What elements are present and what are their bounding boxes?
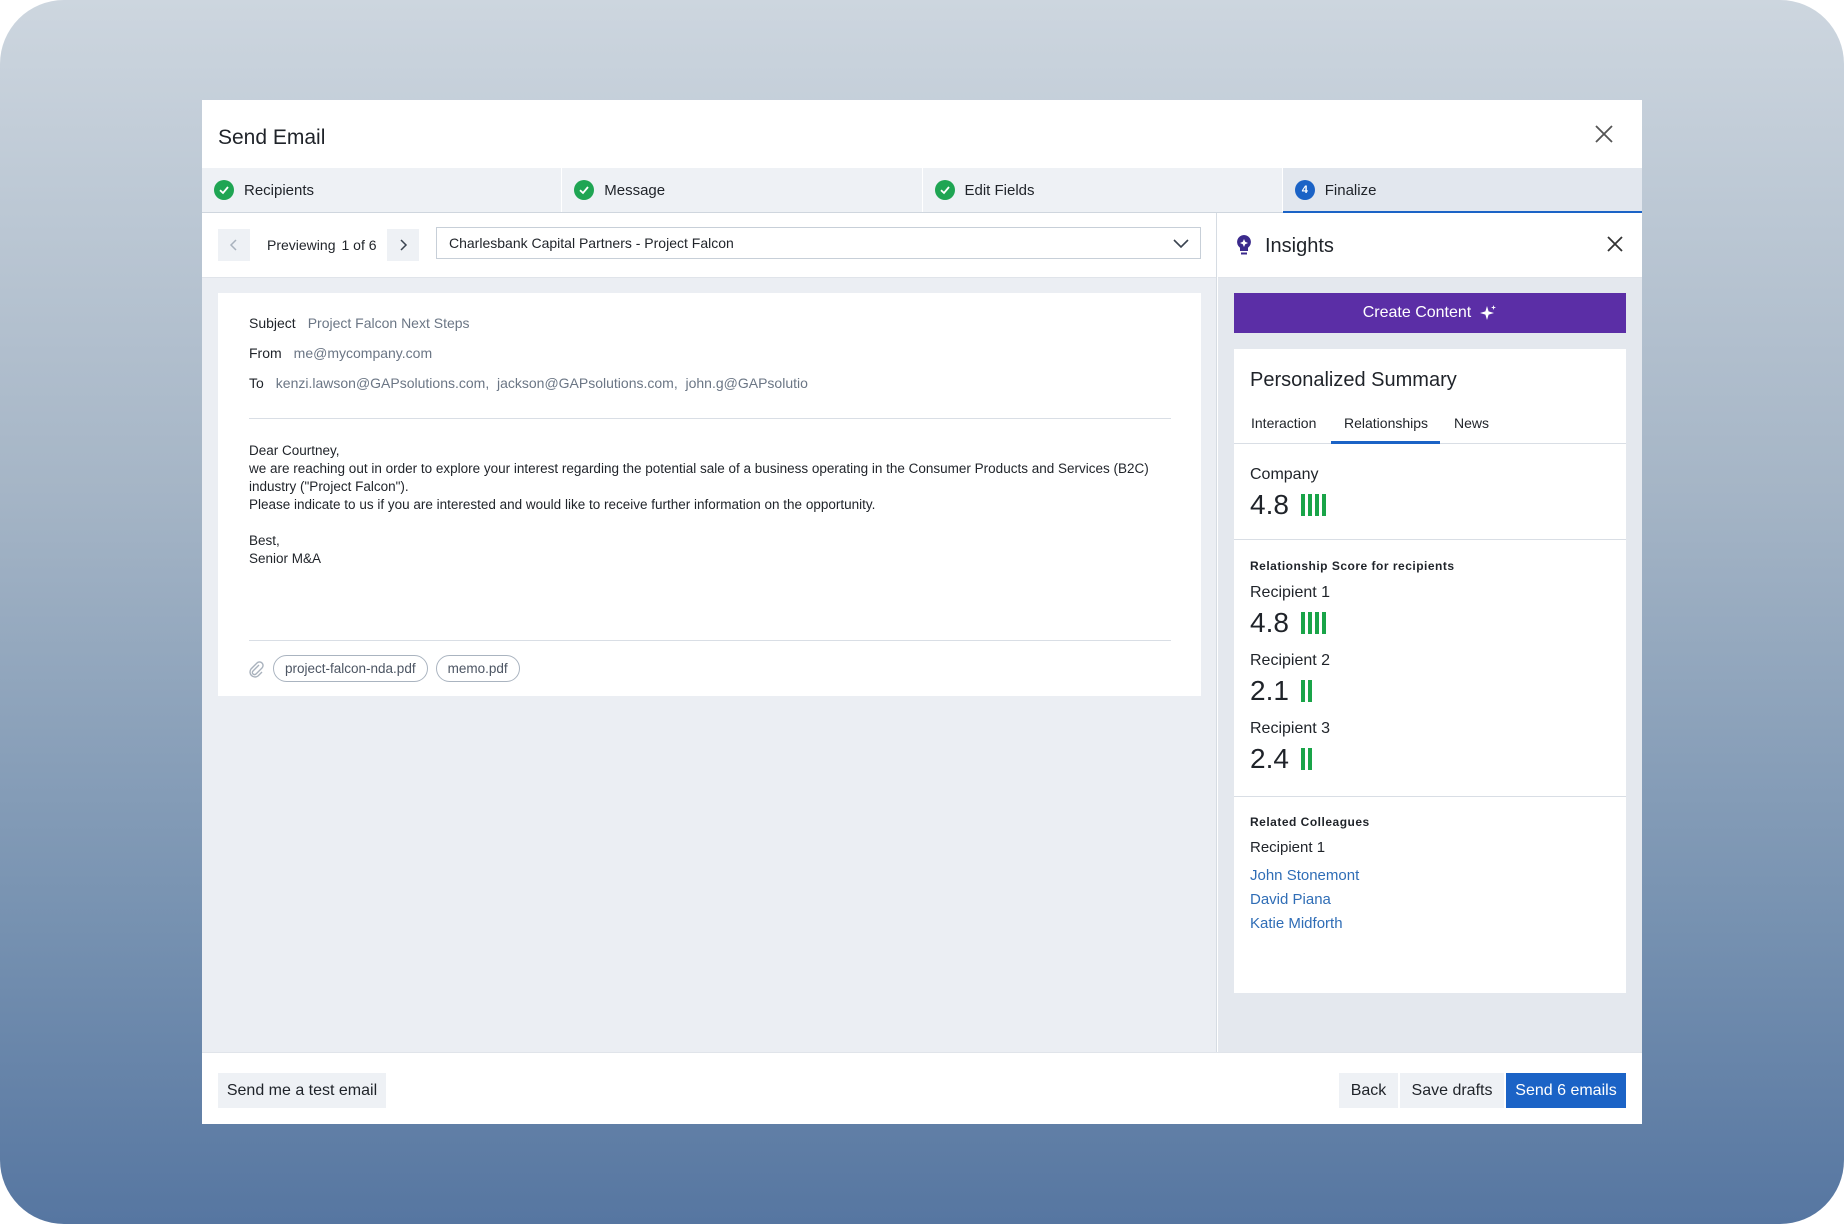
modal-footer: Send me a test email Back Save drafts Se… (202, 1052, 1642, 1124)
company-score: 4.8 (1250, 489, 1326, 521)
from-row: From me@mycompany.com (249, 345, 432, 361)
email-paragraph: we are reaching out in order to explore … (249, 461, 1149, 494)
step-number: 4 (1294, 180, 1315, 200)
related-colleagues-title: Related Colleagues (1250, 815, 1370, 829)
step-message[interactable]: Message (562, 168, 923, 212)
divider (1234, 539, 1626, 540)
tab-news[interactable]: News (1454, 415, 1489, 431)
to-value: kenzi.lawson@GAPsolutions.com, jackson@G… (275, 375, 808, 391)
to-label: To (249, 375, 264, 391)
save-drafts-button[interactable]: Save drafts (1400, 1073, 1504, 1108)
personalized-summary-card: Personalized Summary Interaction Relatio… (1234, 349, 1626, 993)
create-content-label: Create Content (1362, 304, 1472, 321)
score-bars (1300, 612, 1326, 634)
previous-button[interactable] (218, 229, 250, 261)
attachments: project-falcon-nda.pdf memo.pdf (247, 655, 520, 682)
email-body: Dear Courtney, we are reaching out in or… (249, 442, 1171, 568)
score-value: 2.4 (1250, 743, 1289, 774)
step-recipients[interactable]: Recipients (202, 168, 563, 212)
recipient-select-value: Charlesbank Capital Partners - Project F… (449, 235, 734, 251)
summary-title: Personalized Summary (1250, 369, 1457, 391)
colleague-link[interactable]: John Stonemont (1250, 867, 1359, 884)
divider (1234, 796, 1626, 797)
send-emails-button[interactable]: Send 6 emails (1506, 1073, 1626, 1108)
from-label: From (249, 345, 282, 361)
close-icon[interactable] (1602, 231, 1628, 262)
email-signoff: Best, (249, 533, 280, 548)
step-finalize[interactable]: 4 Finalize (1282, 168, 1642, 213)
score-bars (1300, 748, 1312, 770)
backdrop: Send Email Recipients Message Edit Field… (0, 0, 1844, 1224)
score-value: 4.8 (1250, 607, 1289, 638)
recipient-label: Recipient 2 (1250, 652, 1331, 669)
recipient-label: Recipient 1 (1250, 584, 1331, 601)
score-value: 2.1 (1250, 675, 1289, 706)
send-email-modal: Send Email Recipients Message Edit Field… (202, 100, 1642, 1124)
divider (249, 418, 1171, 419)
recipient-score: 2.4 (1250, 743, 1312, 775)
summary-tabs: Interaction Relationships News (1234, 407, 1626, 444)
check-circle-icon (934, 180, 955, 200)
modal-title: Send Email (218, 126, 326, 149)
email-signature: Senior M&A (249, 551, 322, 566)
step-label: Recipients (244, 181, 315, 199)
company-label: Company (1250, 466, 1319, 483)
score-value: 4.8 (1250, 489, 1289, 520)
to-row: To kenzi.lawson@GAPsolutions.com, jackson… (249, 375, 808, 391)
relationship-score-title: Relationship Score for recipients (1250, 559, 1455, 573)
insights-panel: Insights Create Content Personalized Sum… (1218, 213, 1642, 1052)
step-label: Message (604, 181, 666, 199)
step-label: Finalize (1324, 181, 1377, 199)
recipient-score: 2.1 (1250, 675, 1312, 707)
colleague-link[interactable]: Katie Midforth (1250, 915, 1343, 932)
tab-relationships[interactable]: Relationships (1344, 415, 1428, 431)
check-circle-icon (214, 180, 234, 200)
attachment-chip[interactable]: project-falcon-nda.pdf (273, 655, 428, 682)
insights-title: Insights (1265, 235, 1334, 257)
email-preview-card: Subject Project Falcon Next Steps From me@… (218, 293, 1201, 696)
next-button[interactable] (387, 229, 419, 261)
email-paragraph: Please indicate to us if you are interes… (249, 497, 876, 512)
from-value: me@mycompany.com (293, 345, 433, 361)
subject-label: Subject (249, 315, 296, 331)
chevron-down-icon (1173, 239, 1189, 249)
divider (249, 640, 1171, 641)
modal-header: Send Email (202, 100, 1642, 168)
step-edit-fields[interactable]: Edit Fields (923, 168, 1283, 212)
colleague-link[interactable]: David Piana (1250, 891, 1331, 908)
score-bars (1300, 680, 1312, 702)
preview-label: Previewing (267, 237, 336, 253)
email-greeting: Dear Courtney, (249, 443, 340, 458)
attachment-chip[interactable]: memo.pdf (435, 655, 520, 682)
chevron-left-icon (229, 239, 237, 251)
close-icon[interactable] (1590, 120, 1618, 148)
wizard-steps: Recipients Message Edit Fields 4 Finaliz… (202, 168, 1642, 213)
colleagues-group-label: Recipient 1 (1250, 839, 1326, 856)
subject-value: Project Falcon Next Steps (307, 315, 470, 331)
lightbulb-icon (1233, 233, 1255, 262)
recipient-label: Recipient 3 (1250, 720, 1331, 737)
chevron-right-icon (400, 239, 408, 251)
check-circle-icon (574, 180, 595, 200)
recipient-select[interactable]: Charlesbank Capital Partners - Project F… (436, 227, 1201, 259)
preview-count: 1 of 6 (341, 237, 377, 253)
preview-pane: Previewing 1 of 6 Charlesbank Capital Par… (202, 213, 1217, 1052)
insights-header: Insights (1218, 213, 1642, 278)
send-test-email-button[interactable]: Send me a test email (218, 1073, 386, 1108)
body-area: Previewing 1 of 6 Charlesbank Capital Par… (202, 213, 1642, 1052)
preview-toolbar: Previewing 1 of 6 Charlesbank Capital Par… (202, 213, 1216, 278)
subject-row: Subject Project Falcon Next Steps (249, 315, 470, 331)
preview-counter: Previewing 1 of 6 (267, 237, 377, 253)
step-label: Edit Fields (964, 181, 1035, 199)
sparkle-icon (1480, 305, 1497, 320)
create-content-button[interactable]: Create Content (1234, 293, 1626, 333)
back-button[interactable]: Back (1339, 1073, 1398, 1108)
active-tab-indicator (1331, 441, 1440, 444)
recipient-score: 4.8 (1250, 607, 1326, 639)
tab-interaction[interactable]: Interaction (1251, 415, 1316, 431)
score-bars (1300, 494, 1326, 516)
paperclip-icon (249, 660, 264, 678)
